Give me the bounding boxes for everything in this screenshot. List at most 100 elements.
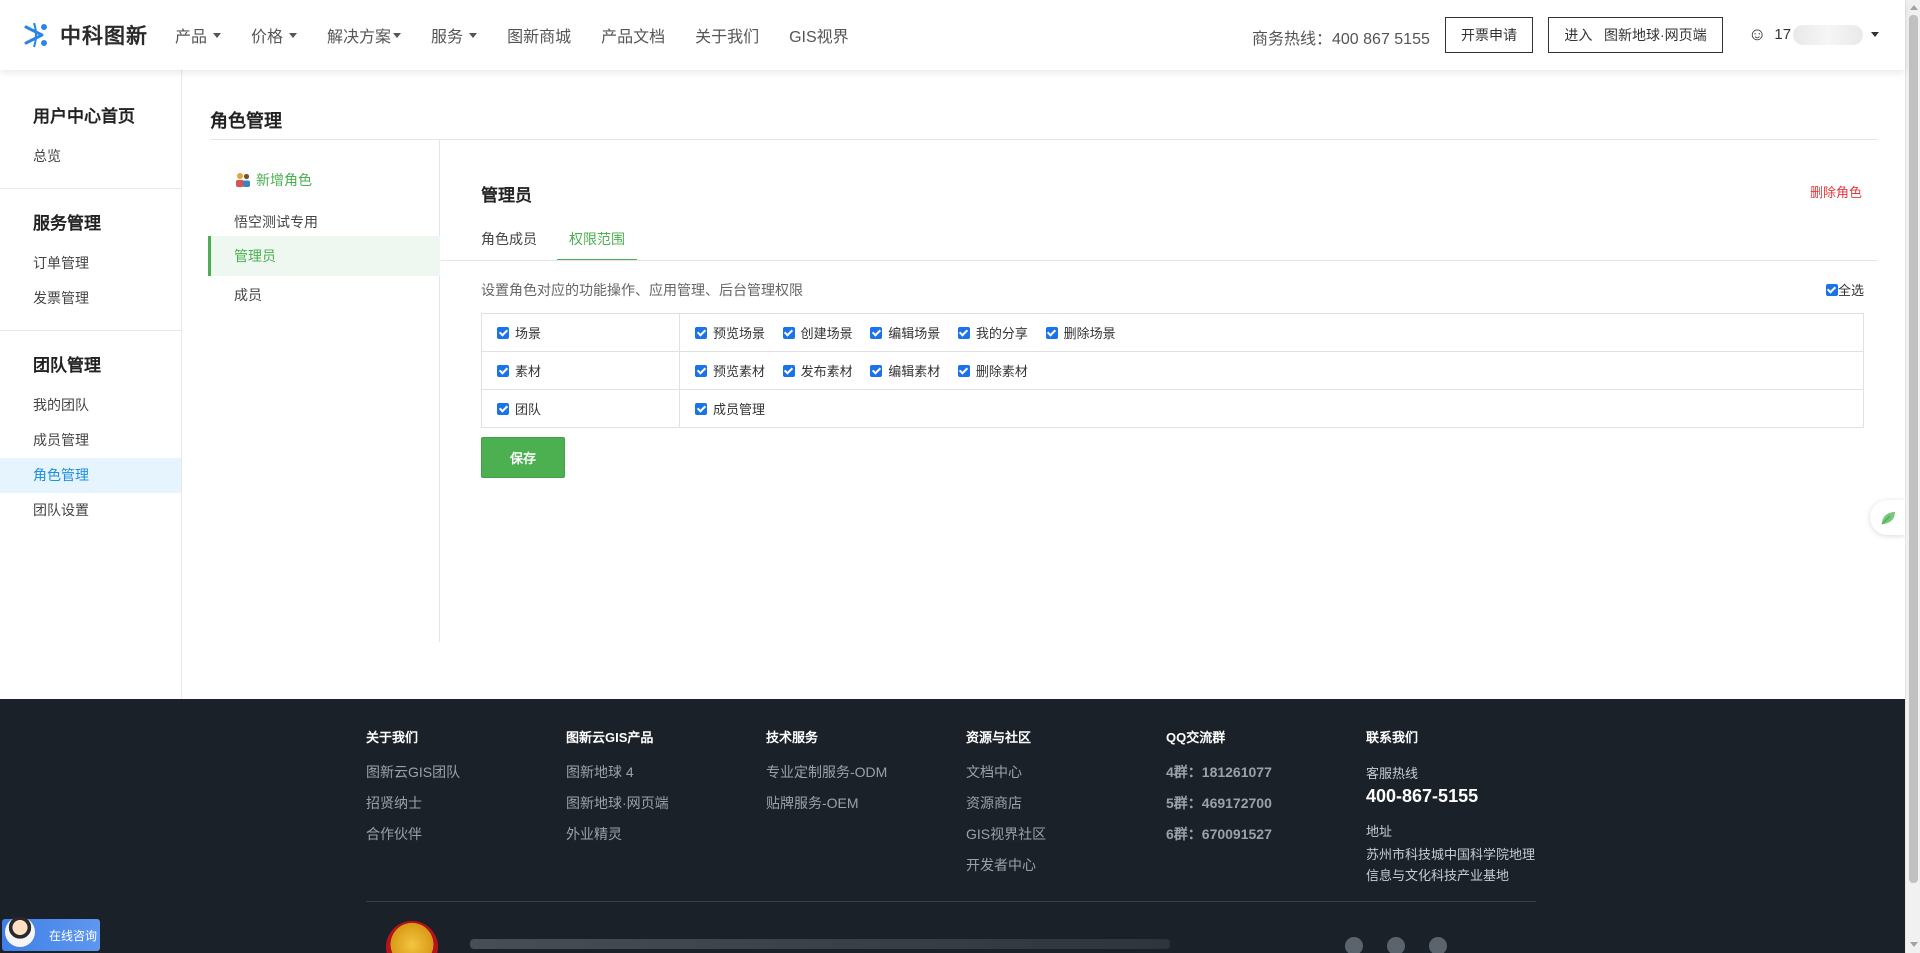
divider [210, 139, 1878, 140]
footer-link[interactable]: 文档中心 [966, 763, 1046, 794]
sidebar-group-title[interactable]: 用户中心首页 [0, 102, 181, 127]
op-checkbox[interactable]: 删除素材 [957, 361, 1028, 380]
footer-col-contact: 联系我们 客服热线 400-867-5155 地址 苏州市科技城中国科学院地理信… [1366, 727, 1541, 886]
tab-permission-scope[interactable]: 权限范围 [557, 226, 637, 261]
sidebar-item-overview[interactable]: 总览 [0, 139, 181, 174]
qq-group: 4群：181261077 [1166, 764, 1272, 780]
op-checkbox[interactable]: 我的分享 [957, 323, 1028, 342]
module-cell: 场景 [481, 313, 680, 352]
op-checkbox[interactable]: 创建场景 [782, 323, 853, 342]
hotline-label: 客服热线 [1366, 766, 1419, 781]
user-name-masked [1793, 24, 1864, 45]
op-checkbox[interactable]: 发布素材 [782, 361, 853, 380]
tab-role-members[interactable]: 角色成员 [481, 226, 557, 261]
sidebar-group-title: 团队管理 [33, 356, 101, 375]
nav-solutions[interactable]: 解决方案 [327, 23, 402, 47]
op-checkbox[interactable]: 预览素材 [695, 361, 765, 380]
op-label: 预览素材 [713, 364, 766, 379]
checkbox-checked-icon [695, 402, 707, 415]
save-button[interactable]: 保存 [481, 437, 565, 478]
page-scrollbar[interactable] [1905, 0, 1920, 953]
sidebar-item-my-team[interactable]: 我的团队 [0, 388, 181, 423]
nav-services[interactable]: 服务 [431, 23, 478, 47]
online-consult-button[interactable]: 在线咨询 [2, 917, 100, 951]
social-icon[interactable] [1345, 937, 1363, 953]
footer-col-resources: 资源与社区 文档中心 资源商店 GIS视界社区 开发者中心 [966, 727, 1046, 887]
role-item-member[interactable]: 成员 [208, 275, 440, 315]
user-menu[interactable]: ☺ 17 [1748, 24, 1880, 45]
role-item-admin[interactable]: 管理员 [208, 236, 440, 276]
module-checkbox-material[interactable]: 素材 [497, 361, 541, 380]
nav-product[interactable]: 产品 [175, 23, 222, 47]
ops-cell: 成员管理 [679, 389, 1864, 428]
nav-about[interactable]: 关于我们 [695, 23, 759, 47]
module-label: 团队 [515, 402, 542, 417]
main-nav: 产品 价格 解决方案 服务 图新商城 产品文档 关于我们 GIS视界 [175, 0, 879, 70]
user-name: 17 [1774, 26, 1792, 43]
footer-link[interactable]: GIS视界社区 [966, 825, 1046, 856]
footer-link[interactable]: 贴牌服务-OEM [766, 794, 887, 825]
sidebar-group-title: 服务管理 [33, 214, 101, 233]
service-hotline: 400-867-5155 [1366, 786, 1479, 806]
feedback-float-button[interactable] [1870, 500, 1905, 535]
select-all-label: 全选 [1837, 283, 1864, 298]
permission-table: 场景 预览场景 创建场景 编辑场景 我的分享 删除场景 素材 预览素材 发布素材… [481, 313, 1864, 428]
scroll-thumb[interactable] [1909, 15, 1918, 883]
op-checkbox[interactable]: 预览场景 [695, 323, 765, 342]
logo[interactable]: 中科图新 [20, 18, 148, 52]
footer-link[interactable]: 开发者中心 [966, 856, 1046, 887]
chevron-down-icon [1871, 32, 1880, 37]
module-label: 素材 [515, 364, 542, 379]
nav-mall-label: 图新商城 [507, 29, 572, 46]
module-checkbox-team[interactable]: 团队 [497, 399, 541, 418]
scroll-down-icon[interactable] [1910, 942, 1918, 947]
address-label: 地址 [1366, 824, 1393, 839]
footer-link[interactable]: 图新地球 4 [566, 763, 669, 794]
footer-link[interactable]: 资源商店 [966, 794, 1046, 825]
footer-link[interactable]: 外业精灵 [566, 825, 669, 856]
invoice-request-button[interactable]: 开票申请 [1445, 17, 1533, 53]
op-checkbox[interactable]: 编辑场景 [870, 323, 940, 342]
module-checkbox-scene[interactable]: 场景 [497, 323, 541, 342]
op-checkbox[interactable]: 成员管理 [695, 399, 765, 418]
table-row: 素材 预览素材 发布素材 编辑素材 删除素材 [481, 351, 1864, 390]
footer-link[interactable]: 图新云GIS团队 [366, 763, 460, 794]
delete-role-button[interactable]: 删除角色 [1810, 182, 1862, 201]
sidebar-item-roles[interactable]: 角色管理 [0, 458, 181, 493]
sidebar-item-team-settings[interactable]: 团队设置 [0, 493, 181, 528]
select-all-checkbox[interactable]: 全选 [1825, 280, 1864, 299]
op-checkbox[interactable]: 编辑素材 [870, 361, 940, 380]
nav-gis-vision[interactable]: GIS视界 [789, 23, 849, 47]
role-list: 新增角色 悟空测试专用 管理员 成员 [208, 140, 440, 642]
ops-cell: 预览素材 发布素材 编辑素材 删除素材 [679, 351, 1864, 390]
social-icon[interactable] [1429, 937, 1447, 953]
divider [366, 901, 1536, 902]
footer-link[interactable]: 专业定制服务-ODM [766, 763, 887, 794]
footer-link[interactable]: 合作伙伴 [366, 825, 460, 856]
sidebar-item-orders[interactable]: 订单管理 [0, 246, 181, 281]
enter-web-earth-button[interactable]: 进入 图新地球·网页端 [1548, 17, 1723, 53]
social-icon[interactable] [1387, 937, 1405, 953]
checkbox-checked-icon [497, 326, 509, 339]
chevron-down-icon [469, 32, 478, 38]
footer-link[interactable]: 图新地球·网页端 [566, 794, 669, 825]
footer-col-title: QQ交流群 [1166, 730, 1226, 745]
footer-link[interactable]: 招贤纳士 [366, 794, 460, 825]
sidebar-group-service: 服务管理 订单管理 发票管理 [0, 189, 181, 331]
op-checkbox[interactable]: 删除场景 [1045, 323, 1116, 342]
nav-pricing[interactable]: 价格 [251, 23, 298, 47]
nav-product-label: 产品 [175, 29, 208, 46]
chevron-down-icon [289, 32, 298, 38]
footer-col-title: 联系我们 [1366, 730, 1419, 745]
nav-docs[interactable]: 产品文档 [601, 23, 665, 47]
sidebar-item-members[interactable]: 成员管理 [0, 423, 181, 458]
nav-mall[interactable]: 图新商城 [507, 23, 571, 47]
scroll-up-icon[interactable] [1910, 5, 1918, 10]
checkbox-checked-icon [695, 364, 707, 377]
table-row: 场景 预览场景 创建场景 编辑场景 我的分享 删除场景 [481, 313, 1864, 352]
add-role-button[interactable]: 新增角色 [234, 170, 312, 190]
business-hotline: 商务热线：400 867 5155 [1252, 31, 1430, 48]
sidebar-item-invoices[interactable]: 发票管理 [0, 281, 181, 316]
sidebar-group-home: 用户中心首页 总览 [0, 70, 181, 189]
user-center-sidebar: 用户中心首页 总览 服务管理 订单管理 发票管理 团队管理 我的团队 成员管理 … [0, 70, 182, 700]
